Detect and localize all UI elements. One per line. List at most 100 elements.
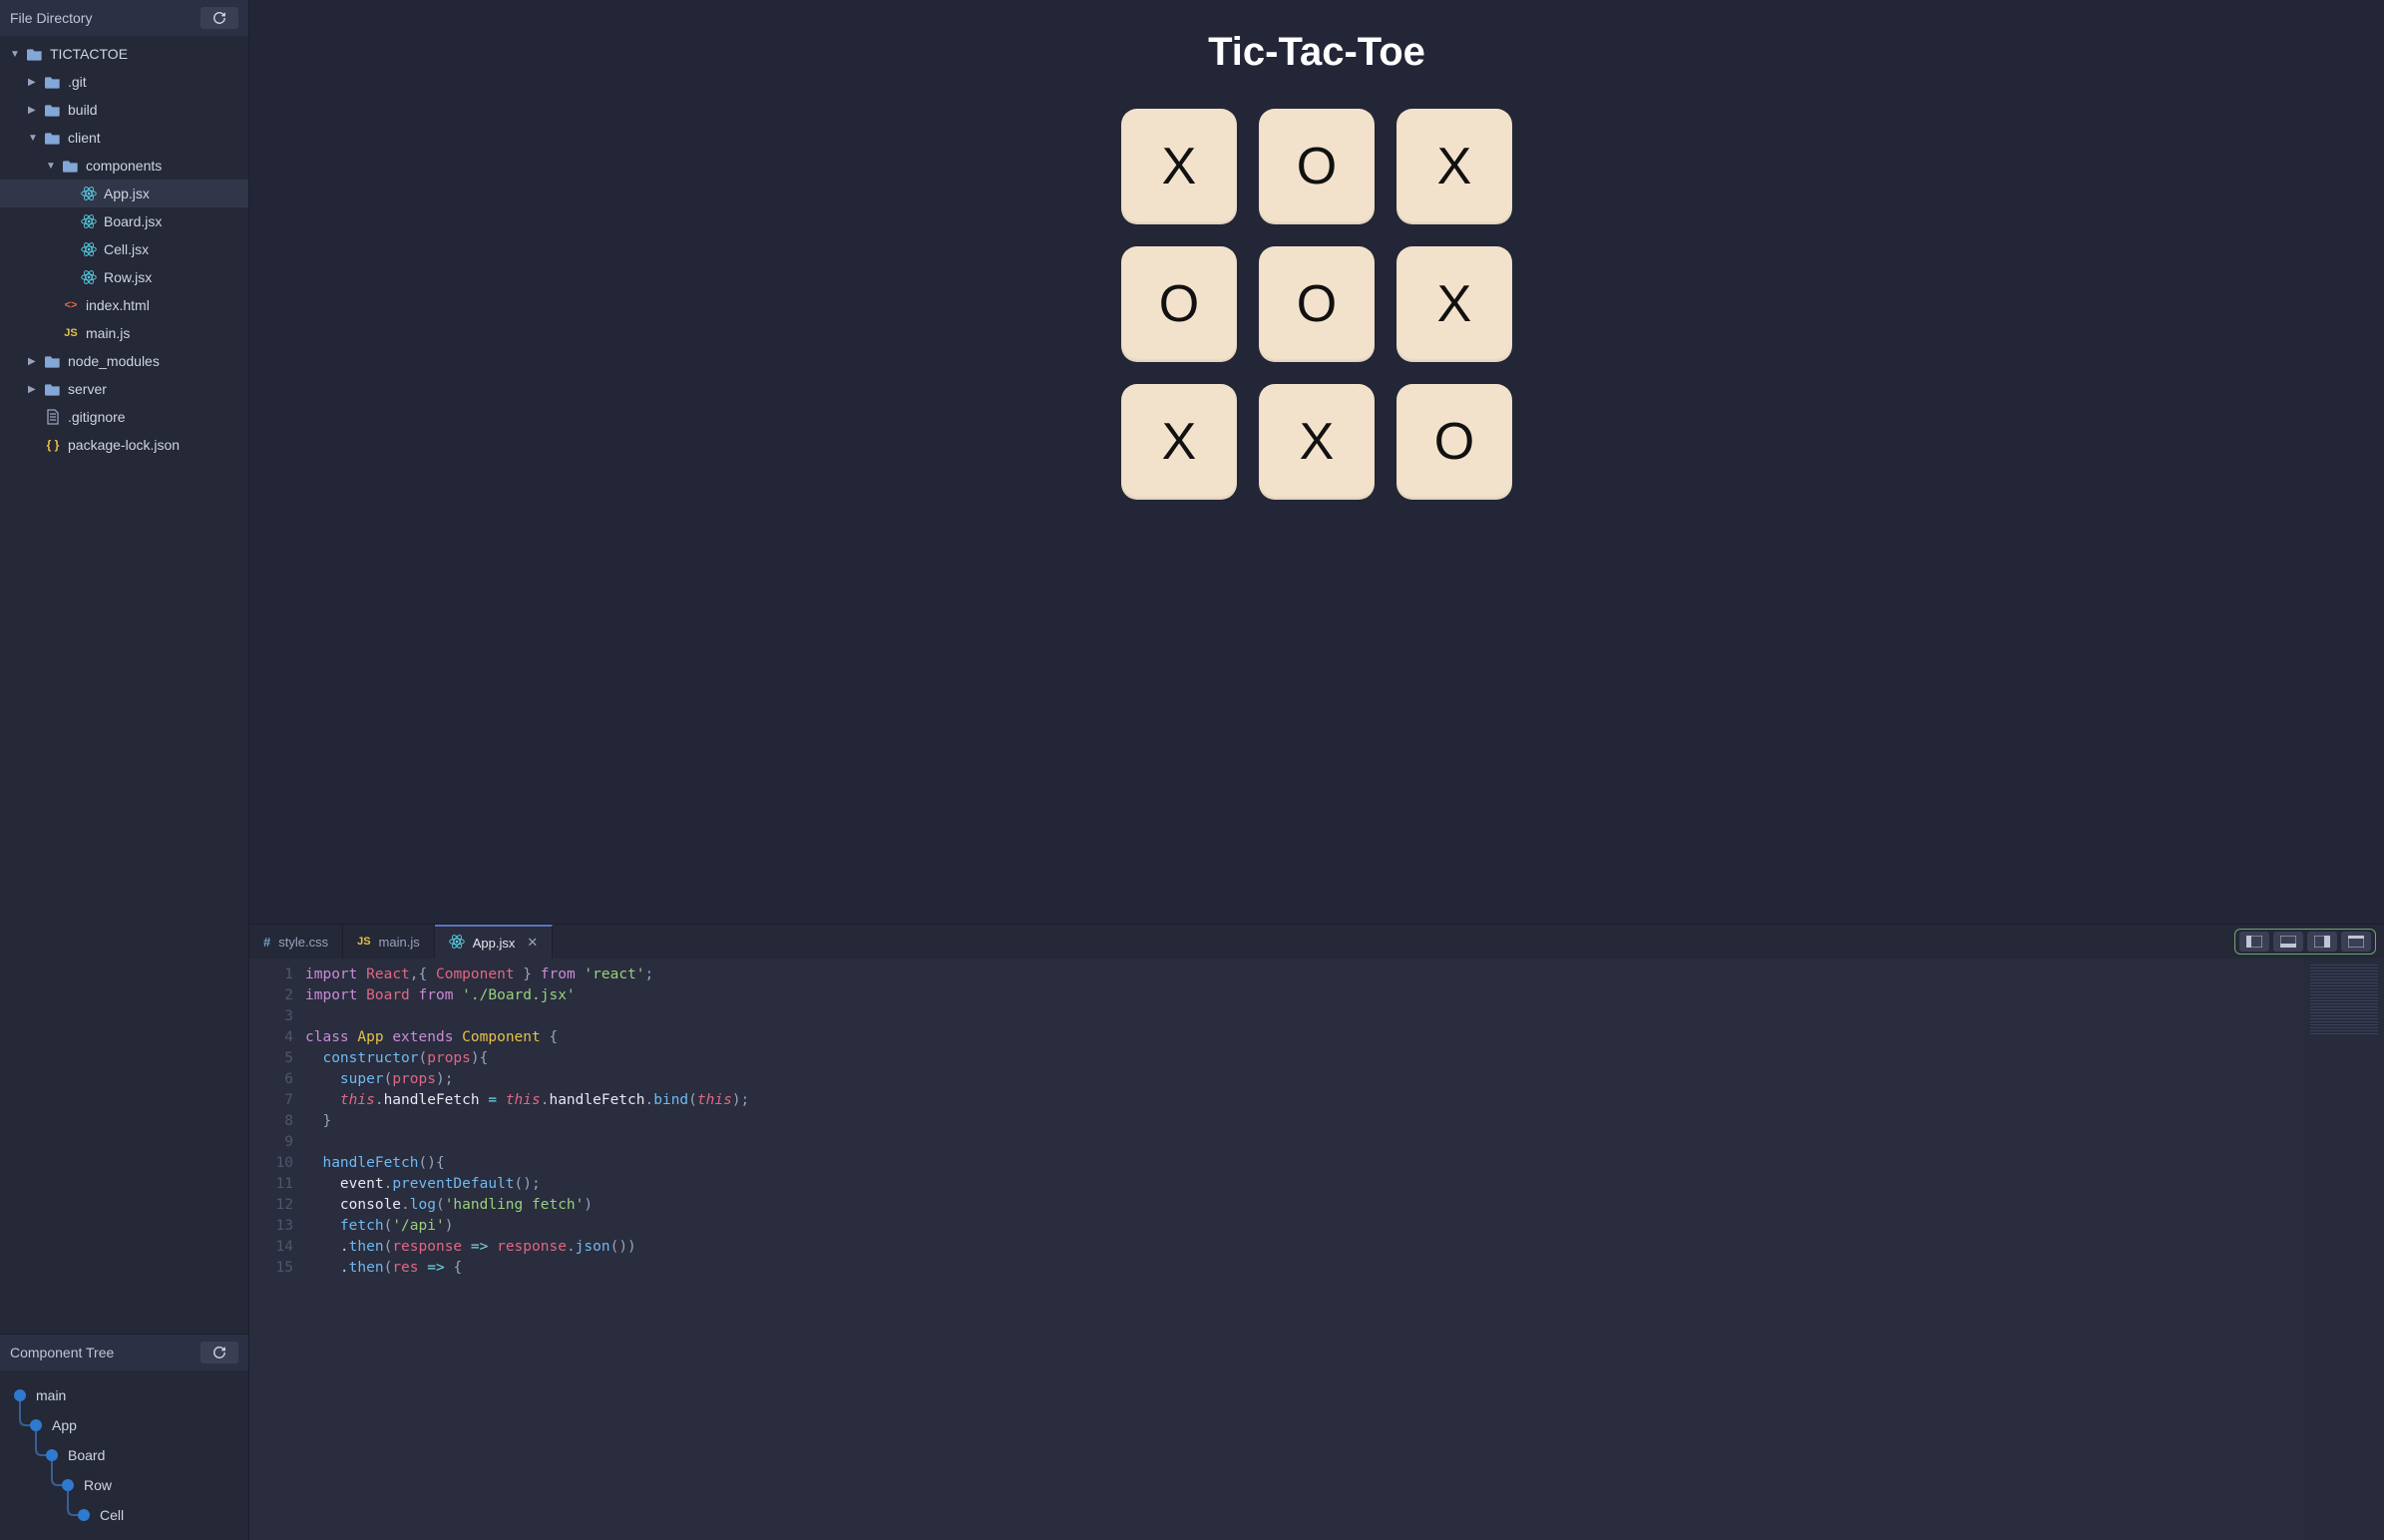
- panel-max-icon: [2348, 936, 2364, 948]
- file-directory-refresh-button[interactable]: [200, 7, 238, 29]
- file-tree-item[interactable]: JSmain.js: [0, 319, 248, 347]
- file-tree-item[interactable]: ▼ client: [0, 124, 248, 152]
- layout-left-panel-button[interactable]: [2239, 932, 2269, 952]
- file-tree-item[interactable]: ▼components: [0, 152, 248, 180]
- panel-bottom-icon: [2280, 936, 2296, 948]
- board-cell[interactable]: X: [1396, 109, 1512, 224]
- file-tree-item[interactable]: ▶ server: [0, 375, 248, 403]
- file-tree-item[interactable]: App.jsx: [0, 180, 248, 207]
- component-tree-title: Component Tree: [10, 1345, 114, 1360]
- editor-tab[interactable]: App.jsx ✕: [435, 925, 554, 959]
- component-tree-refresh-button[interactable]: [200, 1342, 238, 1363]
- file-tree-item[interactable]: Row.jsx: [0, 263, 248, 291]
- layout-split-button[interactable]: [2307, 932, 2337, 952]
- react-icon: [80, 269, 98, 285]
- file-tree-item-label: App.jsx: [104, 186, 150, 201]
- board-cell[interactable]: O: [1396, 384, 1512, 500]
- component-tree-item[interactable]: main: [14, 1380, 248, 1410]
- board-cell[interactable]: X: [1121, 109, 1237, 224]
- chevron-down-icon: ▼: [46, 161, 58, 172]
- component-tree-header: Component Tree: [0, 1335, 248, 1370]
- minimap[interactable]: [2304, 959, 2384, 1540]
- file-tree-item[interactable]: Cell.jsx: [0, 235, 248, 263]
- component-tree[interactable]: main App Board Row Cell: [0, 1370, 248, 1540]
- component-tree-item[interactable]: Board: [14, 1440, 248, 1470]
- board-cell[interactable]: O: [1259, 246, 1375, 362]
- board-cell[interactable]: O: [1121, 246, 1237, 362]
- chevron-down-icon: ▼: [28, 133, 40, 144]
- editor-pane: #style.cssJSmain.jsApp.jsx✕ 1: [249, 924, 2384, 1540]
- preview-title: Tic-Tac-Toe: [1208, 30, 1425, 75]
- component-tree-item[interactable]: App: [14, 1410, 248, 1440]
- component-tree-item-label: App: [52, 1417, 77, 1433]
- file-tree-item-label: Board.jsx: [104, 213, 162, 229]
- folder-icon: [44, 354, 62, 368]
- folder-icon: [44, 103, 62, 117]
- file-tree-item-label: Row.jsx: [104, 269, 152, 285]
- chevron-down-icon: ▼: [10, 49, 22, 60]
- file-tree-item-label: package-lock.json: [68, 437, 180, 453]
- layout-maximize-button[interactable]: [2341, 932, 2371, 952]
- preview-pane: Tic-Tac-Toe XOXOOXXXO: [249, 0, 2384, 924]
- tree-node-icon: [30, 1419, 42, 1431]
- code-content[interactable]: import React,{ Component } from 'react';…: [305, 959, 2304, 1540]
- tree-node-icon: [46, 1449, 58, 1461]
- game-board: XOXOOXXXO: [1121, 109, 1512, 500]
- line-number-gutter: 123456789101112131415: [249, 959, 305, 1540]
- file-tree-item-label: .git: [68, 74, 87, 90]
- editor-tabbar: #style.css JS main.js App.jsx ✕: [249, 925, 2384, 959]
- panel-split-icon: [2314, 936, 2330, 948]
- file-tree-item[interactable]: ▶node_modules: [0, 347, 248, 375]
- folder-icon: [44, 75, 62, 89]
- file-icon: [44, 409, 62, 425]
- file-tree-item-label: build: [68, 102, 98, 118]
- file-tree-item[interactable]: Board.jsx: [0, 207, 248, 235]
- file-tree-item-label: TICTACTOE: [50, 46, 128, 62]
- folder-icon: [62, 159, 80, 173]
- board-cell[interactable]: X: [1121, 384, 1237, 500]
- file-tree-item-label: main.js: [86, 325, 130, 341]
- file-tree-item[interactable]: ▶ build: [0, 96, 248, 124]
- component-tree-item-label: Row: [84, 1477, 112, 1493]
- chevron-right-icon: ▶: [28, 384, 40, 395]
- react-icon: [80, 186, 98, 201]
- file-tree-item-label: .gitignore: [68, 409, 126, 425]
- layout-controls: [2234, 929, 2376, 955]
- file-tree-item[interactable]: ▼ TICTACTOE: [0, 40, 248, 68]
- editor-tab-label: App.jsx: [473, 936, 516, 951]
- file-directory-header: File Directory: [0, 0, 248, 36]
- js-icon: JS: [357, 936, 370, 948]
- file-tree-item[interactable]: { } package-lock.json: [0, 431, 248, 459]
- file-tree-item[interactable]: <>index.html: [0, 291, 248, 319]
- component-tree-item[interactable]: Cell: [14, 1500, 248, 1530]
- file-tree-item-label: client: [68, 130, 101, 146]
- layout-bottom-panel-button[interactable]: [2273, 932, 2303, 952]
- chevron-right-icon: ▶: [28, 356, 40, 367]
- file-tree-item[interactable]: .gitignore: [0, 403, 248, 431]
- panel-left-icon: [2246, 936, 2262, 948]
- file-tree[interactable]: ▼TICTACTOE▶.git▶build▼client▼componentsA…: [0, 36, 248, 1334]
- editor-tab[interactable]: JS main.js: [343, 925, 435, 959]
- file-tree-item[interactable]: ▶.git: [0, 68, 248, 96]
- component-tree-item-label: main: [36, 1387, 66, 1403]
- folder-icon: [44, 382, 62, 396]
- main-area: Tic-Tac-Toe XOXOOXXXO #style.cssJSmain.j…: [249, 0, 2384, 1540]
- chevron-right-icon: ▶: [28, 105, 40, 116]
- editor-tab-label: style.css: [278, 935, 328, 950]
- folder-icon: [44, 131, 62, 145]
- close-icon[interactable]: ✕: [527, 935, 538, 951]
- board-cell[interactable]: X: [1396, 246, 1512, 362]
- file-tree-item-label: Cell.jsx: [104, 241, 149, 257]
- code-area[interactable]: 123456789101112131415 import React,{ Com…: [249, 959, 2384, 1540]
- refresh-icon: [212, 1346, 226, 1359]
- component-tree-item[interactable]: Row: [14, 1470, 248, 1500]
- editor-tab-label: main.js: [379, 935, 420, 950]
- board-cell[interactable]: O: [1259, 109, 1375, 224]
- board-cell[interactable]: X: [1259, 384, 1375, 500]
- editor-tab[interactable]: #style.css: [249, 925, 343, 959]
- file-directory-title: File Directory: [10, 10, 92, 26]
- app-root: File Directory ▼TICTACTOE▶.git▶build▼cli…: [0, 0, 2384, 1540]
- json-icon: { }: [44, 438, 62, 452]
- file-tree-item-label: server: [68, 381, 107, 397]
- react-icon: [80, 241, 98, 257]
